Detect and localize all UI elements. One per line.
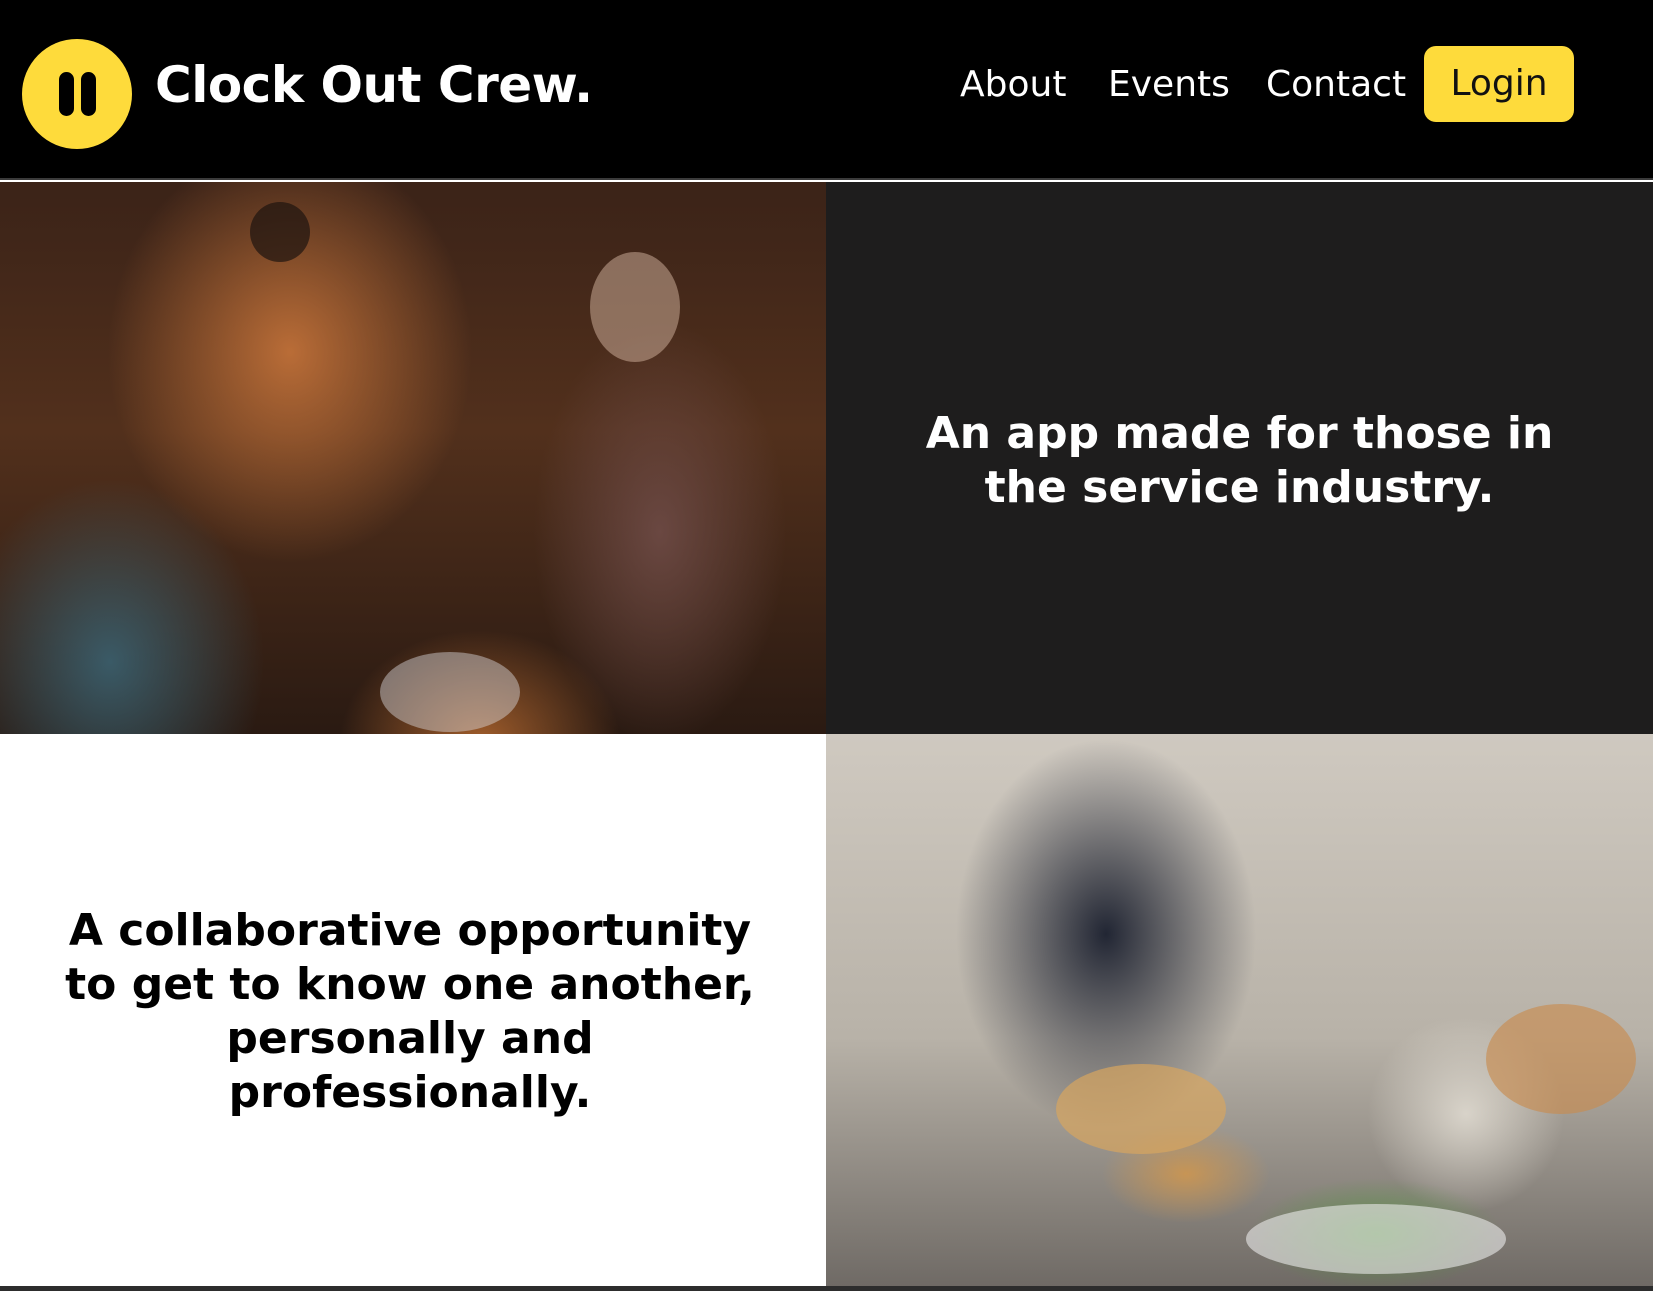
nav-link-contact[interactable]: Contact <box>1266 62 1406 108</box>
photo-highlight <box>250 202 310 262</box>
collab-tagline-line: A collaborative opportunity <box>68 905 752 956</box>
collab-panel: A collaborative opportunity to get to kn… <box>0 734 826 1286</box>
photo-highlight <box>1056 1064 1226 1154</box>
page-bottom-edge <box>0 1286 1653 1291</box>
intro-tagline-line: the service industry. <box>984 462 1495 513</box>
pause-icon-right-bar <box>81 72 96 116</box>
collab-tagline: A collaborative opportunity to get to kn… <box>60 904 760 1120</box>
login-button[interactable]: Login <box>1424 46 1574 122</box>
intro-panel: An app made for those in the service ind… <box>826 182 1653 734</box>
brand-name[interactable]: Clock Out Crew. <box>155 55 593 115</box>
intro-tagline: An app made for those in the service ind… <box>826 407 1653 515</box>
photo-highlight <box>590 252 680 362</box>
photo-highlight <box>1246 1204 1506 1274</box>
collab-tagline-line: professionally. <box>228 1067 592 1118</box>
brand-logo[interactable] <box>22 39 132 149</box>
collab-tagline-line: to get to know one another, <box>65 959 755 1010</box>
chef-kitchen-photo <box>826 734 1653 1286</box>
nav-link-events[interactable]: Events <box>1108 62 1230 108</box>
intro-tagline-line: An app made for those in <box>925 408 1554 459</box>
photo-highlight <box>1486 1004 1636 1114</box>
collab-tagline-line: personally and <box>226 1013 594 1064</box>
top-navigation-bar: Clock Out Crew. About Events Contact Log… <box>0 0 1653 180</box>
photo-highlight <box>380 652 520 732</box>
bar-scene-photo <box>0 182 826 734</box>
nav-link-about[interactable]: About <box>960 62 1066 108</box>
pause-icon-left-bar <box>59 72 74 116</box>
